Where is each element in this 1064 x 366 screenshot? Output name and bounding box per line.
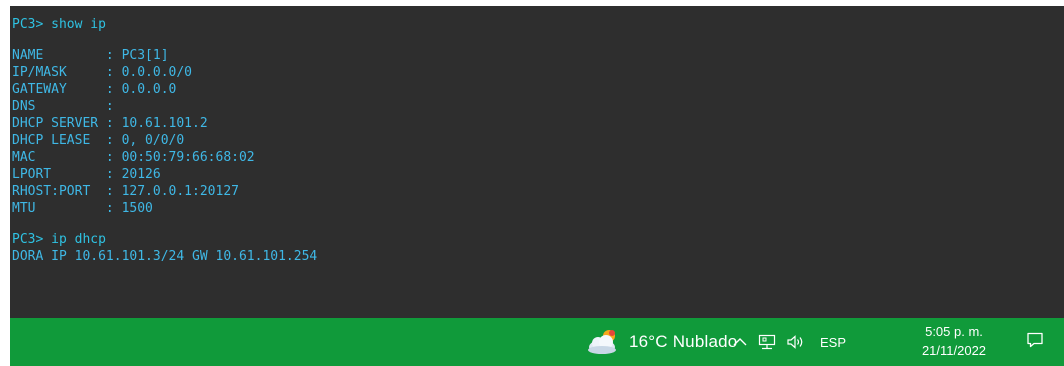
terminal-window[interactable]: PC3> show ip NAME : PC3[1] IP/MASK : 0.0…	[10, 6, 1064, 318]
terminal-line: RHOST:PORT : 127.0.0.1:20127	[12, 184, 239, 199]
terminal-line: MTU : 1500	[12, 201, 153, 216]
terminal-line-command: PC3> show ip	[12, 17, 106, 32]
cloudy-weather-icon	[585, 327, 621, 357]
taskbar: 16°C Nublado ESP 5:05 p. m. 21/11/2022	[10, 318, 1064, 366]
chevron-up-icon[interactable]	[732, 334, 748, 350]
weather-text: 16°C Nublado	[629, 332, 738, 351]
system-tray: ESP	[732, 318, 846, 366]
terminal-line: IP/MASK : 0.0.0.0/0	[12, 65, 193, 80]
terminal-line: DHCP LEASE : 0, 0/0/0	[12, 133, 185, 148]
clock[interactable]: 5:05 p. m. 21/11/2022	[914, 322, 994, 360]
terminal-line: DNS :	[12, 99, 114, 114]
network-icon[interactable]	[758, 334, 776, 350]
terminal-line: GATEWAY : 0.0.0.0	[12, 82, 177, 97]
terminal-line: DORA IP 10.61.101.3/24 GW 10.61.101.254	[12, 249, 318, 264]
terminal-output: PC3> show ip NAME : PC3[1] IP/MASK : 0.0…	[12, 16, 317, 265]
terminal-line-command: PC3> ip dhcp	[12, 232, 106, 247]
language-indicator[interactable]: ESP	[820, 335, 846, 350]
clock-time: 5:05 p. m.	[925, 324, 983, 339]
terminal-line: DHCP SERVER : 10.61.101.2	[12, 116, 208, 131]
clock-date: 21/11/2022	[921, 343, 987, 358]
volume-icon[interactable]	[786, 334, 806, 350]
notification-icon[interactable]	[1026, 331, 1044, 354]
terminal-line: MAC : 00:50:79:66:68:02	[12, 150, 255, 165]
weather-widget[interactable]: 16°C Nublado	[585, 318, 737, 366]
terminal-line: NAME : PC3[1]	[12, 48, 169, 63]
terminal-line: LPORT : 20126	[12, 167, 161, 182]
